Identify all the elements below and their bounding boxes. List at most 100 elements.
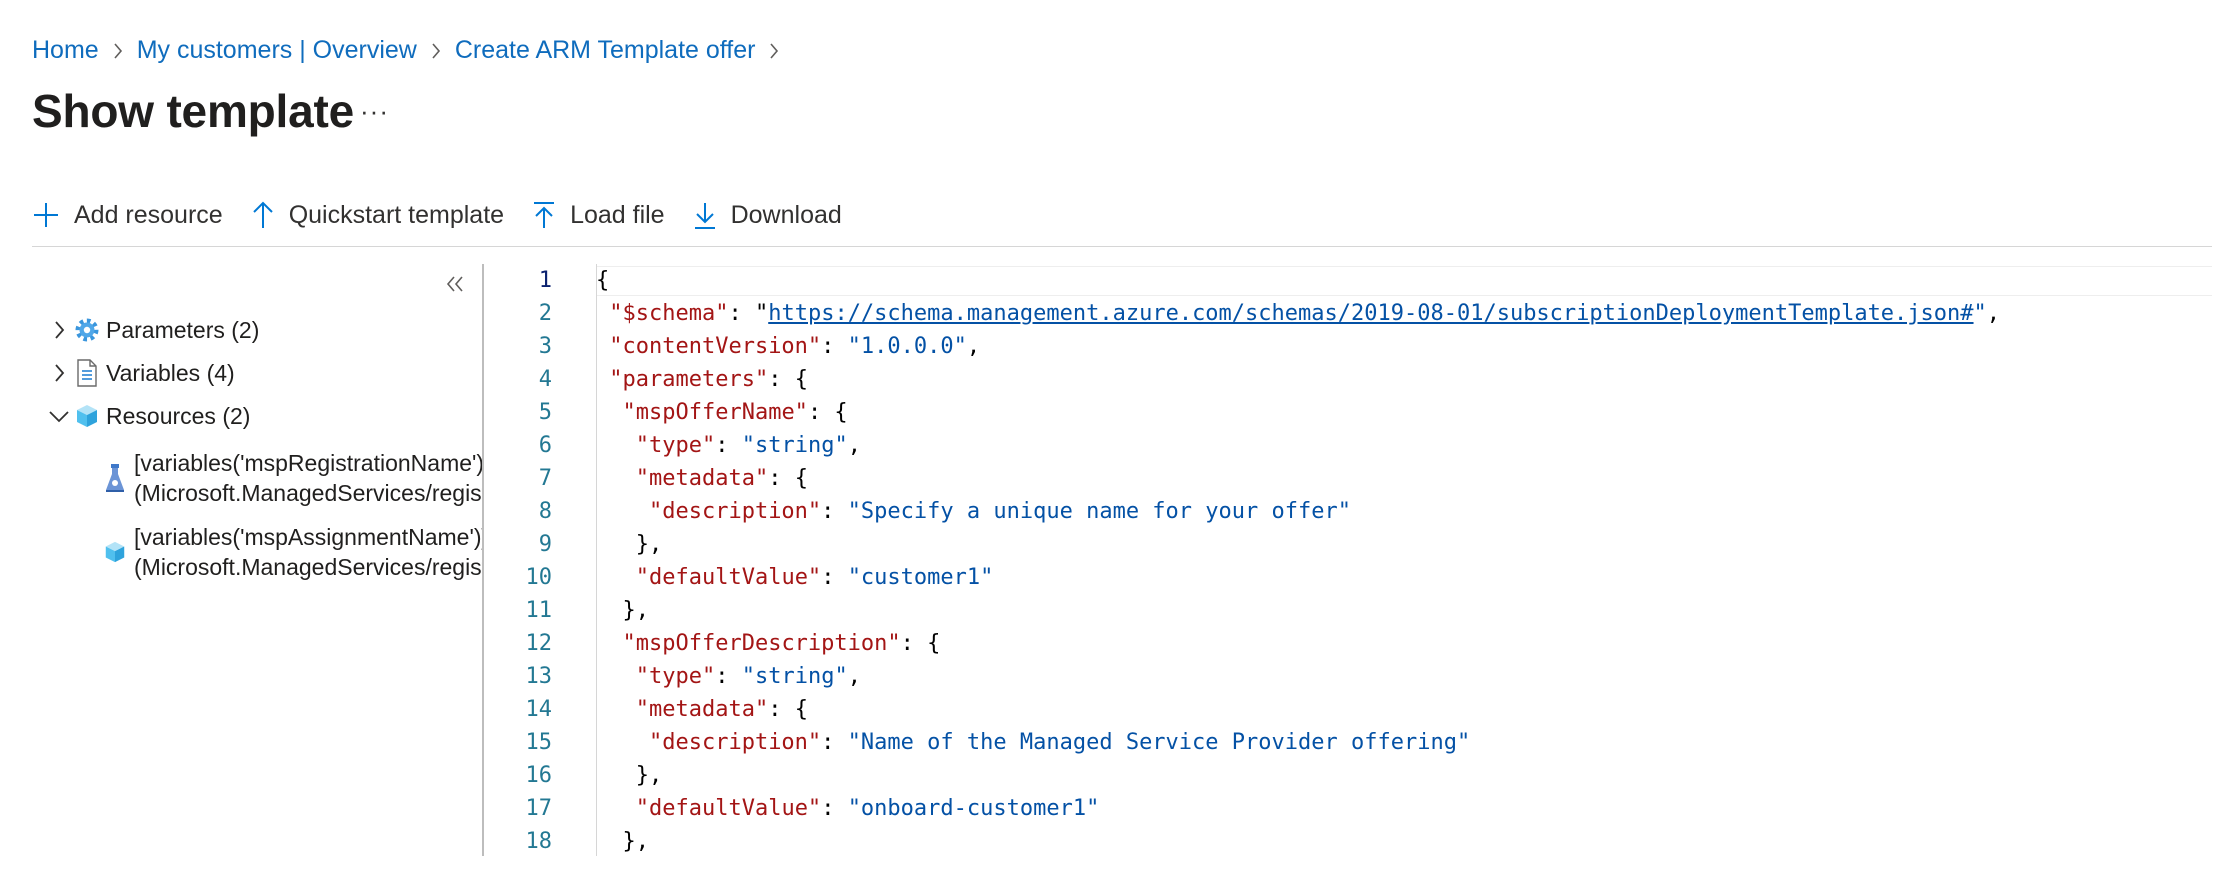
add-resource-label: Add resource (74, 200, 223, 229)
code-line[interactable]: 12 "mspOfferDescription": { (484, 627, 2204, 660)
chevron-right-icon (430, 42, 442, 60)
template-code-editor[interactable]: 1{2 "$schema": "https://schema.managemen… (484, 264, 2212, 856)
tree-node-variables[interactable]: Variables (4) (46, 355, 235, 391)
json-punctuation: : (821, 565, 848, 590)
json-punctuation: : (715, 664, 742, 689)
resource-item-registration[interactable]: [variables('mspRegistrationName')] (Micr… (100, 448, 482, 508)
json-string: "string" (741, 664, 848, 689)
code-line[interactable]: 2 "$schema": "https://schema.management.… (484, 297, 2204, 330)
json-punctuation: , (966, 334, 981, 359)
more-options-button[interactable]: ··· (360, 96, 389, 127)
code-line[interactable]: 17 "defaultValue": "onboard-customer1" (484, 792, 2204, 825)
code-line[interactable]: 4 "parameters": { (484, 363, 2204, 396)
code-line[interactable]: 1{ (484, 264, 2204, 297)
json-punctuation: : (821, 499, 848, 524)
resource-name: [variables('mspAssignmentName')] (134, 524, 482, 550)
tree-node-parameters[interactable]: Parameters (2) (46, 312, 259, 348)
collapse-panel-button[interactable] (444, 274, 466, 299)
schema-link[interactable]: https://schema.management.azure.com/sche… (768, 301, 1973, 326)
line-number: 2 (538, 301, 552, 326)
template-tree: Parameters (2) Variables (4) Resources (… (32, 262, 482, 857)
code-text: }, (596, 598, 649, 623)
code-line[interactable]: 16 }, (484, 759, 2204, 792)
code-line[interactable]: 11 }, (484, 594, 2204, 627)
code-line[interactable]: 8 "description": "Specify a unique name … (484, 495, 2204, 528)
line-number: 12 (525, 631, 553, 656)
json-punctuation: : { (807, 400, 848, 425)
code-text: { (596, 268, 609, 293)
json-key: "metadata" (635, 697, 769, 722)
tree-node-label: Resources (2) (106, 402, 251, 429)
line-number: 18 (525, 829, 553, 854)
code-text: "metadata": { (596, 697, 808, 722)
code-line[interactable]: 5 "mspOfferName": { (484, 396, 2204, 429)
line-number: 16 (525, 763, 553, 788)
json-string: "customer1" (847, 565, 994, 590)
json-key: "description" (648, 499, 822, 524)
tree-node-resources[interactable]: Resources (2) (46, 398, 250, 434)
json-string: "1.0.0.0" (847, 334, 967, 359)
code-line[interactable]: 13 "type": "string", (484, 660, 2204, 693)
line-number: 14 (525, 697, 553, 722)
upload-icon (534, 202, 555, 228)
chevron-down-icon[interactable] (46, 409, 72, 423)
code-line[interactable]: 7 "metadata": { (484, 462, 2204, 495)
code-line[interactable]: 15 "description": "Name of the Managed S… (484, 726, 2204, 759)
load-file-button[interactable]: Load file (532, 200, 665, 230)
line-number: 13 (525, 664, 553, 689)
code-text: }, (596, 532, 663, 557)
json-key: "defaultValue" (635, 796, 822, 821)
json-key: "description" (648, 730, 822, 755)
json-punctuation (596, 631, 623, 656)
registration-icon (100, 448, 130, 508)
json-punctuation: : (821, 730, 848, 755)
code-text: "parameters": { (596, 367, 808, 392)
code-line[interactable]: 14 "metadata": { (484, 693, 2204, 726)
line-number: 7 (538, 466, 552, 491)
code-line[interactable]: 9 }, (484, 528, 2204, 561)
json-punctuation (596, 664, 636, 689)
breadcrumb-my-customers-link[interactable]: My customers | Overview (137, 36, 417, 65)
breadcrumb: Home My customers | Overview Create ARM … (32, 36, 793, 65)
json-punctuation (596, 730, 649, 755)
json-punctuation: : { (900, 631, 941, 656)
json-key: "type" (635, 664, 716, 689)
json-punctuation (596, 400, 623, 425)
line-number: 3 (538, 334, 552, 359)
cube-icon (72, 403, 102, 429)
code-text: "$schema": "https://schema.management.az… (596, 301, 2000, 326)
code-text: "defaultValue": "onboard-customer1" (596, 796, 1100, 821)
json-key: "mspOfferDescription" (622, 631, 901, 656)
json-key: "mspOfferName" (622, 400, 808, 425)
json-string: "Name of the Managed Service Provider of… (847, 730, 1471, 755)
code-text: "description": "Name of the Managed Serv… (596, 730, 1470, 755)
quickstart-template-label: Quickstart template (288, 200, 505, 229)
plus-icon (34, 203, 58, 227)
chevron-right-icon[interactable] (46, 363, 72, 383)
breadcrumb-home-link[interactable]: Home (32, 36, 99, 65)
json-punctuation: : (715, 433, 742, 458)
chevron-right-icon[interactable] (46, 320, 72, 340)
json-key: "contentVersion" (609, 334, 822, 359)
code-line[interactable]: 6 "type": "string", (484, 429, 2204, 462)
json-punctuation (596, 565, 636, 590)
quickstart-template-button[interactable]: Quickstart template (251, 200, 504, 230)
code-line[interactable]: 18 }, (484, 825, 2204, 856)
json-punctuation: : { (768, 367, 808, 392)
code-line[interactable]: 10 "defaultValue": "customer1" (484, 561, 2204, 594)
code-text: "metadata": { (596, 466, 808, 491)
tree-node-label: Parameters (2) (106, 316, 260, 343)
add-resource-button[interactable]: Add resource (32, 201, 223, 230)
json-string: "string" (741, 433, 848, 458)
page-title: Show template (32, 85, 355, 137)
breadcrumb-create-offer-link[interactable]: Create ARM Template offer (455, 36, 756, 65)
json-punctuation (596, 466, 636, 491)
resource-item-assignment[interactable]: [variables('mspAssignmentName')] (Micros… (100, 522, 482, 582)
download-icon (694, 203, 715, 229)
code-line[interactable]: 3 "contentVersion": "1.0.0.0", (484, 330, 2204, 363)
document-icon (72, 359, 102, 387)
line-number: 9 (538, 532, 552, 557)
download-button[interactable]: Download (693, 200, 842, 230)
toolbar-divider (32, 246, 2212, 247)
json-punctuation: , (847, 664, 861, 689)
